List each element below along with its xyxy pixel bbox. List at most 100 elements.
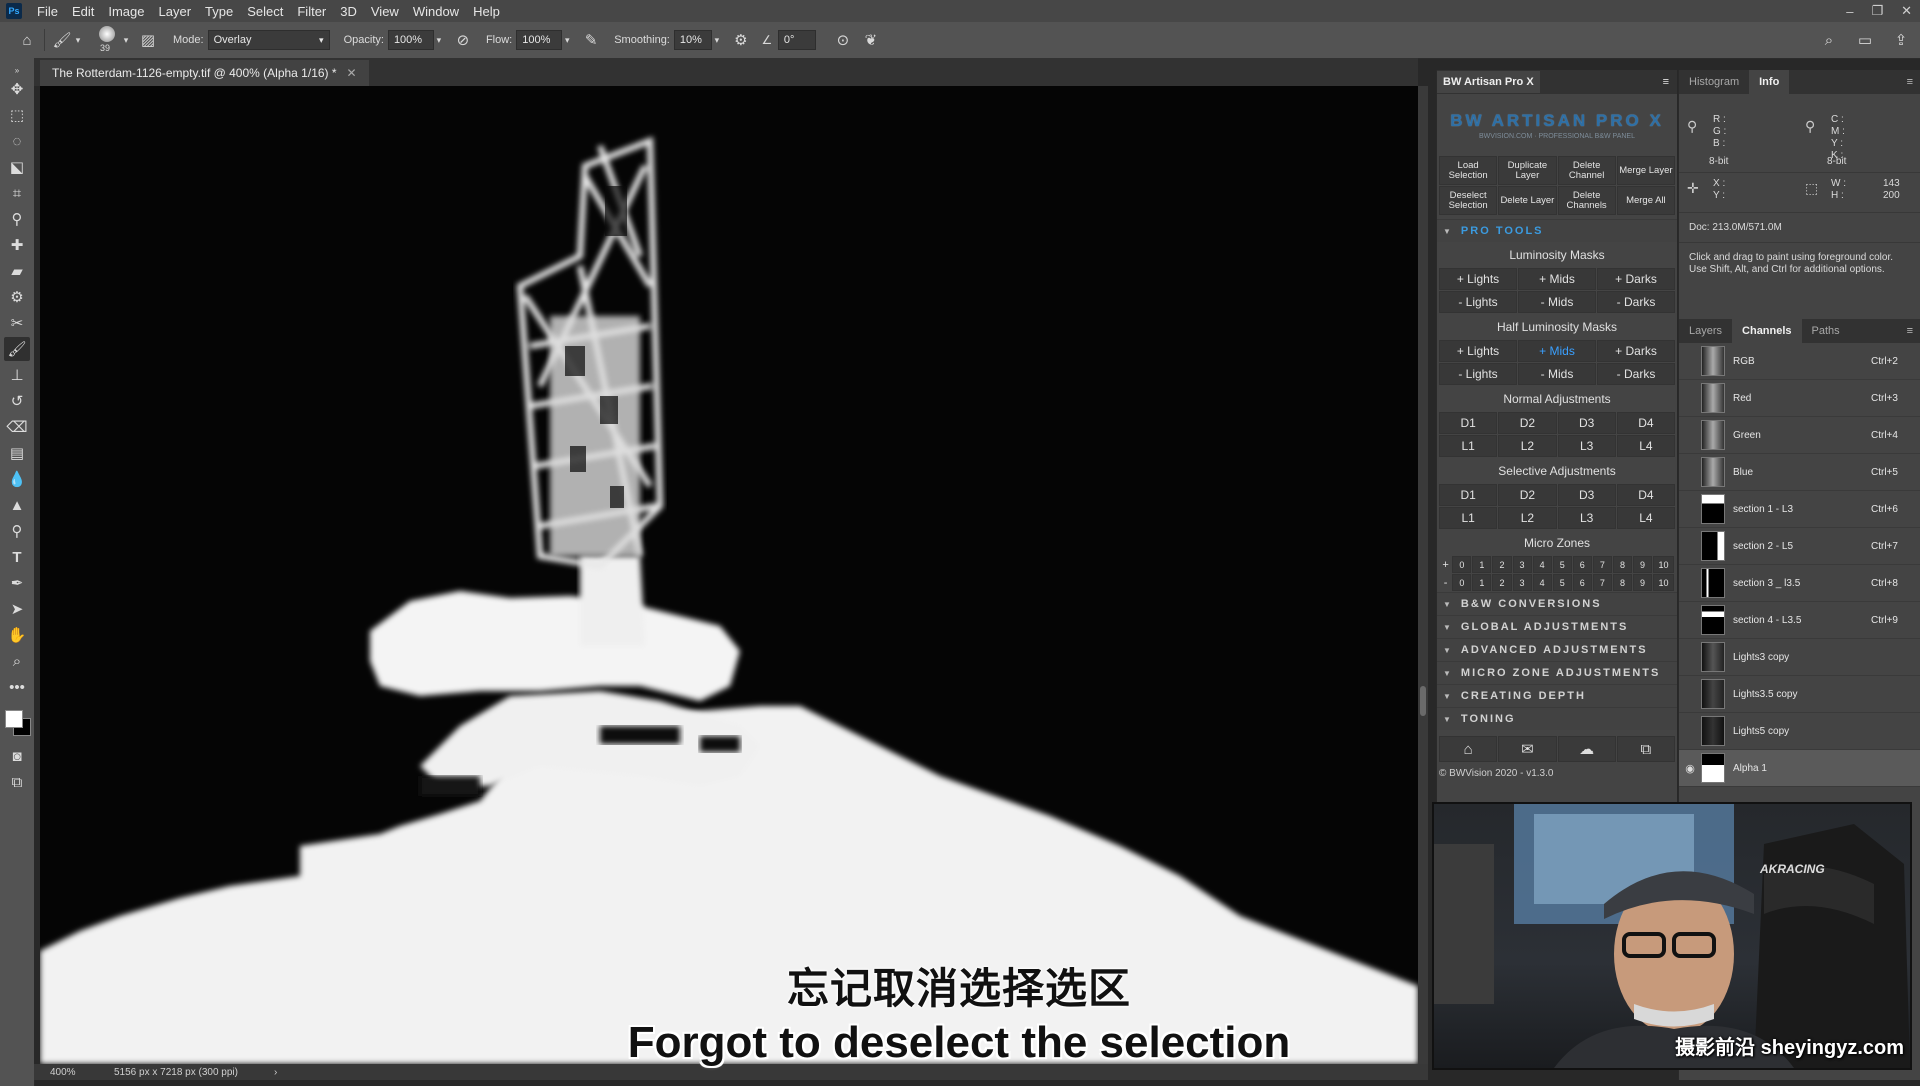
channel-row[interactable]: Lights3 copy [1679, 639, 1920, 676]
vertical-scrollbar[interactable] [1418, 86, 1428, 1064]
panel-menu-icon[interactable]: ≡ [1663, 76, 1669, 88]
delete-layer-button[interactable]: Delete Layer [1498, 186, 1557, 215]
chevron-down-icon[interactable]: ▾ [712, 29, 722, 51]
color-swatches[interactable] [3, 708, 31, 736]
chevron-down-icon[interactable]: ▾ [562, 29, 572, 51]
sharpen-tool-icon[interactable]: ▲ [4, 493, 30, 517]
tab-info[interactable]: Info [1749, 70, 1790, 94]
half-plus-mids-button[interactable]: + Mids [1518, 340, 1596, 362]
channel-row[interactable]: Red Ctrl+3 [1679, 380, 1920, 417]
chevron-down-icon[interactable]: ▾ [434, 29, 444, 51]
normal-l3-button[interactable]: L3 [1557, 435, 1616, 457]
tab-paths[interactable]: Paths [1802, 319, 1850, 343]
section-bw-conversions[interactable]: ▼ B&W CONVERSIONS [1437, 592, 1677, 615]
normal-d3-button[interactable]: D3 [1557, 412, 1616, 434]
selective-d4-button[interactable]: D4 [1616, 484, 1675, 506]
cloud-upload-icon[interactable]: ☁ [1557, 736, 1616, 762]
brush-settings-icon[interactable]: ▨ [137, 29, 159, 51]
delete-channels-button[interactable]: Delete Channels [1557, 186, 1616, 215]
normal-d2-button[interactable]: D2 [1498, 412, 1557, 434]
menu-layer[interactable]: Layer [152, 4, 199, 19]
scroll-thumb[interactable] [1420, 686, 1426, 716]
lum-minus-darks-button[interactable]: - Darks [1597, 291, 1675, 313]
more-tools-icon[interactable]: ••• [4, 675, 30, 699]
menu-view[interactable]: View [364, 4, 406, 19]
history-brush-tool-icon[interactable]: ↺ [4, 389, 30, 413]
micro-minus-2-button[interactable]: 2 [1492, 574, 1512, 591]
micro-plus-1-button[interactable]: 1 [1472, 556, 1492, 573]
pressure-size-icon[interactable]: ⊙ [832, 29, 854, 51]
menu-help[interactable]: Help [466, 4, 507, 19]
menu-filter[interactable]: Filter [290, 4, 333, 19]
share-icon[interactable]: ⇪ [1890, 29, 1912, 51]
smoothing-field[interactable]: 10% [673, 30, 712, 50]
normal-d1-button[interactable]: D1 [1439, 412, 1498, 434]
merge-layer-button[interactable]: Merge Layer [1616, 156, 1675, 185]
channel-row[interactable]: section 4 - L3.5 Ctrl+9 [1679, 602, 1920, 639]
eraser-tool-icon[interactable]: ⌫ [4, 415, 30, 439]
micro-plus-8-button[interactable]: 8 [1612, 556, 1632, 573]
search-icon[interactable]: ⌕ [1818, 29, 1840, 51]
clone-stamp-tool-icon[interactable]: ⊥ [4, 363, 30, 387]
micro-plus-5-button[interactable]: 5 [1552, 556, 1572, 573]
micro-minus-0-button[interactable]: 0 [1452, 574, 1472, 591]
micro-minus-4-button[interactable]: 4 [1532, 574, 1552, 591]
half-minus-lights-button[interactable]: - Lights [1439, 363, 1517, 385]
tab-channels[interactable]: Channels [1732, 319, 1802, 343]
lum-plus-darks-button[interactable]: + Darks [1597, 268, 1675, 290]
micro-plus-4-button[interactable]: 4 [1532, 556, 1552, 573]
lum-minus-mids-button[interactable]: - Mids [1518, 291, 1596, 313]
airbrush-icon[interactable]: ✎ [580, 29, 602, 51]
tab-histogram[interactable]: Histogram [1679, 70, 1749, 94]
export-icon[interactable]: ⧉ [1616, 736, 1675, 762]
artisan-tab-title[interactable]: BW Artisan Pro X [1437, 71, 1540, 93]
move-tool-icon[interactable]: ✥ [4, 77, 30, 101]
menu-3d[interactable]: 3D [333, 4, 364, 19]
panel-collapse-icon[interactable]: » [4, 65, 30, 75]
micro-minus-10-button[interactable]: 10 [1653, 574, 1675, 591]
symmetry-icon[interactable]: ❦ [860, 29, 882, 51]
micro-minus-8-button[interactable]: 8 [1612, 574, 1632, 591]
home-icon[interactable]: ⌂ [1439, 736, 1498, 762]
merge-all-button[interactable]: Merge All [1616, 186, 1675, 215]
selective-l1-button[interactable]: L1 [1439, 507, 1498, 529]
object-select-tool-icon[interactable]: ⬕ [4, 155, 30, 179]
lum-minus-lights-button[interactable]: - Lights [1439, 291, 1517, 313]
micro-plus-2-button[interactable]: 2 [1492, 556, 1512, 573]
channel-row[interactable]: RGB Ctrl+2 [1679, 343, 1920, 380]
close-icon[interactable]: ✕ [1901, 3, 1912, 19]
lum-plus-mids-button[interactable]: + Mids [1518, 268, 1596, 290]
selective-l4-button[interactable]: L4 [1616, 507, 1675, 529]
micro-plus-9-button[interactable]: 9 [1632, 556, 1653, 573]
channel-row[interactable]: Green Ctrl+4 [1679, 417, 1920, 454]
document-canvas[interactable] [40, 86, 1418, 1064]
micro-minus-6-button[interactable]: 6 [1572, 574, 1592, 591]
screen-mode-icon[interactable]: ⧉ [4, 770, 30, 794]
eyedropper-tool-icon[interactable]: ⚲ [4, 207, 30, 231]
load-selection-button[interactable]: Load Selection [1439, 156, 1498, 185]
normal-l2-button[interactable]: L2 [1498, 435, 1557, 457]
flow-field[interactable]: 100% [516, 30, 563, 50]
eye-icon[interactable]: ◉ [1679, 762, 1701, 775]
panel-menu-icon[interactable]: ≡ [1907, 76, 1913, 88]
channel-row[interactable]: Blue Ctrl+5 [1679, 454, 1920, 491]
eyedropper-icon[interactable]: ⚲ [1805, 118, 1815, 135]
section-global-adjustments[interactable]: ▼ GLOBAL ADJUSTMENTS [1437, 615, 1677, 638]
selective-d2-button[interactable]: D2 [1498, 484, 1557, 506]
marquee-tool-icon[interactable]: ⬚ [4, 103, 30, 127]
deselect-selection-button[interactable]: Deselect Selection [1439, 186, 1498, 215]
scissors-icon[interactable]: ✂ [4, 311, 30, 335]
minimize-icon[interactable]: – [1846, 4, 1853, 19]
eyedropper-icon[interactable]: ⚲ [1687, 118, 1697, 135]
zoom-tool-icon[interactable]: ⌕ [4, 649, 30, 673]
micro-minus-3-button[interactable]: 3 [1512, 574, 1532, 591]
chevron-down-icon[interactable]: ▾ [121, 29, 131, 51]
section-toning[interactable]: ▼ TONING [1437, 707, 1677, 730]
lum-plus-lights-button[interactable]: + Lights [1439, 268, 1517, 290]
bandage-tool-icon[interactable]: ▰ [4, 259, 30, 283]
section-micro-zone-adjustments[interactable]: ▼ MICRO ZONE ADJUSTMENTS [1437, 661, 1677, 684]
mode-select[interactable]: Overlay ▾ [207, 30, 330, 50]
menu-select[interactable]: Select [240, 4, 290, 19]
chevron-down-icon[interactable]: ▾ [73, 29, 83, 51]
restore-icon[interactable]: ❐ [1871, 3, 1883, 19]
